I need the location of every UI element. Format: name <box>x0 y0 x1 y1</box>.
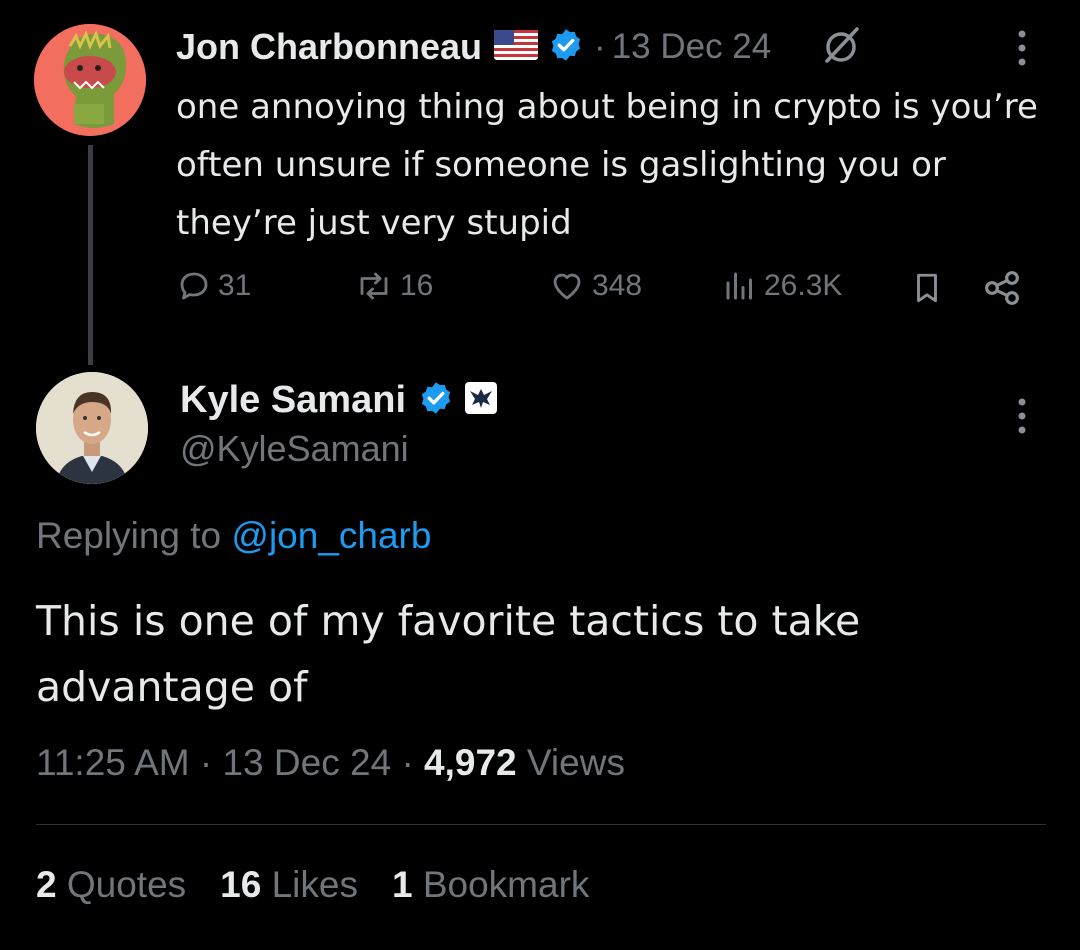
verified-badge-icon[interactable] <box>418 380 454 420</box>
likes-count: 16 <box>220 864 262 905</box>
original-tweet-header: Jon Charbonneau · 13 Dec 24 <box>176 22 863 72</box>
grok-icon[interactable] <box>819 23 863 71</box>
separator-dot: · <box>401 742 414 783</box>
verified-badge-icon[interactable] <box>548 27 584 67</box>
bookmarks-label: Bookmark <box>422 864 590 905</box>
author-name[interactable]: Jon Charbonneau <box>176 26 482 68</box>
bookmark-icon[interactable] <box>910 270 944 310</box>
replying-to-line: Replying to @jon_charb <box>36 515 431 557</box>
repost-icon <box>360 272 388 300</box>
views-count: 26.3K <box>764 269 843 302</box>
bookmarks-count: 1 <box>391 864 413 905</box>
more-options-icon[interactable] <box>1012 396 1032 440</box>
tweet-date[interactable]: 13 Dec 24 <box>612 27 772 67</box>
tweet-date[interactable]: 13 Dec 24 <box>222 742 391 783</box>
views-label: Views <box>526 742 625 783</box>
reply-action[interactable]: 31 <box>176 268 251 304</box>
quotes-stat[interactable]: 2 Quotes <box>36 864 186 906</box>
kyle-samani-avatar[interactable] <box>36 372 148 484</box>
quotes-count: 2 <box>36 864 57 905</box>
phoenix-badge-icon[interactable] <box>464 381 498 419</box>
reply-author-row: Kyle Samani <box>180 374 498 426</box>
quotes-label: Quotes <box>66 864 187 905</box>
heart-icon <box>553 273 581 300</box>
reply-author-handle[interactable]: @KyleSamani <box>180 428 409 470</box>
reply-count: 31 <box>218 269 252 302</box>
share-icon[interactable] <box>982 268 1022 312</box>
repost-count: 16 <box>400 269 434 302</box>
views-chart-icon <box>726 272 752 300</box>
reply-icon <box>180 272 208 300</box>
views-count: 4,972 <box>424 742 517 783</box>
replying-to-label: Replying to <box>36 515 222 556</box>
tweet-time[interactable]: 11:25 AM <box>36 742 190 783</box>
bookmarks-stat[interactable]: 1 Bookmark <box>392 864 589 906</box>
views-action[interactable]: 26.3K <box>722 268 842 304</box>
engagement-stats: 2 Quotes 16 Likes 1 Bookmark <box>36 864 623 906</box>
replying-to-handle-link[interactable]: @jon_charb <box>231 515 431 556</box>
likes-stat[interactable]: 16 Likes <box>220 864 358 906</box>
original-tweet-text: one annoying thing about being in crypto… <box>176 87 1038 243</box>
like-action[interactable]: 348 <box>548 268 642 304</box>
repost-action[interactable]: 16 <box>354 268 433 304</box>
separator-dot: · <box>199 742 213 783</box>
us-flag-icon <box>494 30 539 64</box>
dinosaur-avatar-image <box>34 24 146 136</box>
profile-photo <box>36 372 148 484</box>
like-count: 348 <box>592 269 643 302</box>
likes-label: Likes <box>271 864 358 905</box>
jon-charbonneau-avatar[interactable] <box>34 24 146 136</box>
more-options-icon[interactable] <box>1012 28 1032 72</box>
reply-tweet-meta: 11:25 AM · 13 Dec 24 · 4,972 Views <box>36 742 625 784</box>
separator-dot: · <box>594 27 606 66</box>
thread-connector-line <box>88 145 93 365</box>
divider <box>36 824 1046 825</box>
reply-author-name[interactable]: Kyle Samani <box>180 379 406 422</box>
reply-tweet-text: This is one of my favorite tactics to ta… <box>36 597 861 711</box>
